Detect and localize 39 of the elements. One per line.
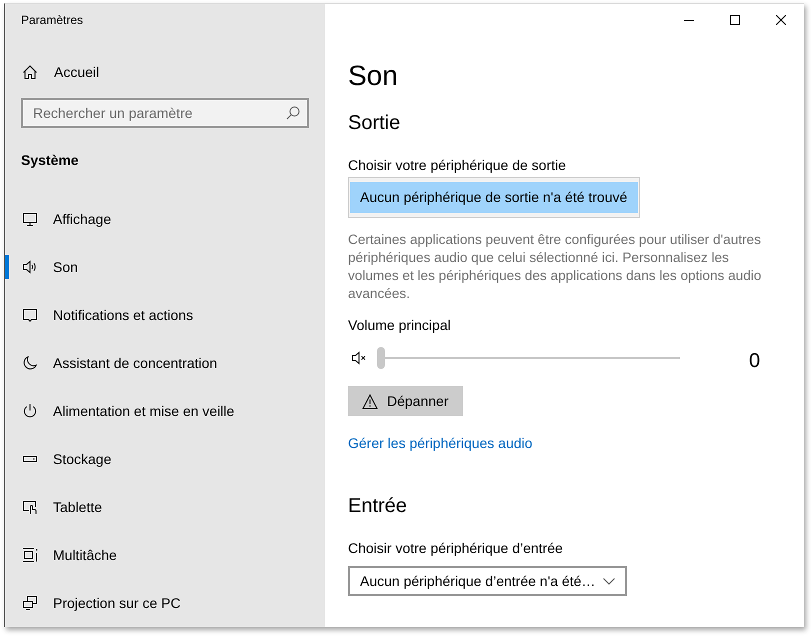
search-field[interactable]: Rechercher un paramètre [21, 98, 309, 128]
power-icon [22, 403, 38, 419]
sidebar-item[interactable]: Multitâche [5, 531, 325, 579]
field-label: Choisir votre périphérique de sortie [348, 156, 566, 175]
home-link[interactable]: Accueil [5, 52, 112, 91]
layout-icon [22, 547, 38, 563]
maximize-icon [730, 15, 740, 25]
search-icon [286, 106, 300, 120]
speech-bubble-icon [22, 307, 38, 323]
warning-icon [362, 394, 378, 408]
section-heading: Système [21, 151, 79, 170]
chevron-down-icon [603, 578, 616, 584]
sidebar-item[interactable]: Tablette [5, 483, 325, 531]
sidebar-item[interactable]: Alimentation et mise en veille [5, 387, 325, 435]
sidebar-item[interactable]: Son [5, 243, 325, 291]
input-device-dropdown[interactable]: Aucun périphérique d’entrée n'a été… [348, 566, 627, 596]
volume-value: 0 [749, 349, 760, 373]
sidebar-item[interactable]: Affichage [5, 195, 325, 243]
sidebar-item[interactable]: Assistant de concentration [5, 339, 325, 387]
field-label: Choisir votre périphérique d’entrée [348, 539, 563, 558]
field-label: Volume principal [348, 316, 451, 335]
app-title: Paramètres [20, 12, 84, 29]
speaker-icon [22, 259, 38, 275]
monitors-icon [22, 595, 38, 611]
close-icon [776, 15, 786, 25]
sidebar-item[interactable]: Projection sur ce PC [5, 579, 325, 627]
home-icon [22, 64, 38, 80]
section-heading: Entrée [348, 494, 407, 519]
page-title: Son [348, 59, 398, 93]
slider-thumb[interactable] [377, 347, 385, 369]
monitor-icon [22, 211, 38, 227]
moon-icon [22, 355, 38, 371]
section-heading: Sortie [348, 111, 400, 136]
sidebar-item[interactable]: Notifications et actions [5, 291, 325, 339]
audio-devices-link[interactable]: Gérer les périphériques audio [348, 433, 532, 453]
troubleshoot-button[interactable]: Dépanner [348, 386, 462, 416]
sidebar-item[interactable]: Stockage [5, 435, 325, 483]
description-text: Certaines applications peuvent être configurées pour utiliser d'autres périphériques audio que celui sélectionné ici. Personnalisez les volumes et les périphériques des applications dans les options audio avancées. [348, 231, 762, 303]
tablet-touch-icon [22, 499, 38, 515]
